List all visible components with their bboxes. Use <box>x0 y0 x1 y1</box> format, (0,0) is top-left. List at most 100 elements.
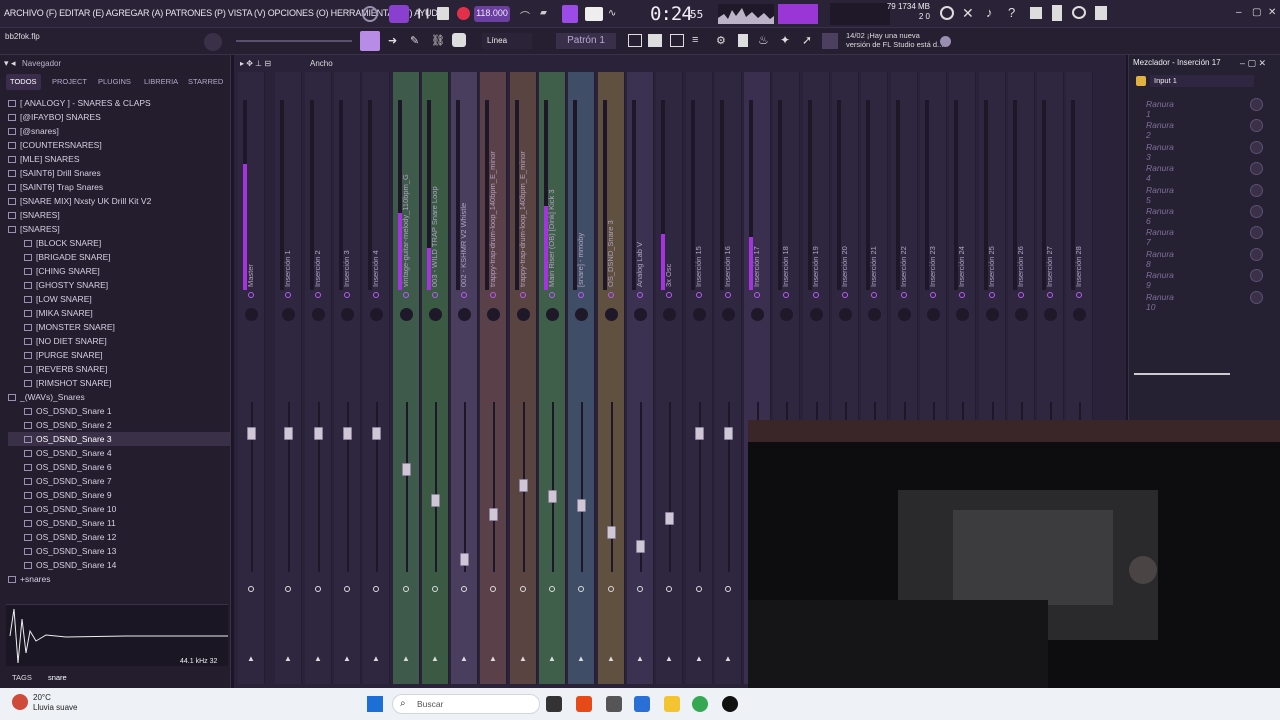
send-dot-icon[interactable] <box>930 292 936 298</box>
fx-enable-icon[interactable] <box>725 586 731 592</box>
mixer-strip[interactable]: OS_DSND_Snare 3 ▲ <box>598 72 625 684</box>
send-dot-icon[interactable] <box>1076 292 1082 298</box>
browser-item[interactable]: OS_DSND_Snare 13 <box>8 544 230 558</box>
volume-fader[interactable] <box>314 427 323 440</box>
browser-item[interactable]: [PURGE SNARE] <box>8 348 230 362</box>
plug-icon[interactable]: ♨ <box>758 33 769 47</box>
volume-fader[interactable] <box>460 553 469 566</box>
route-arrow-icon[interactable]: ▲ <box>548 654 556 663</box>
fl-studio-taskbar-icon[interactable] <box>722 696 738 712</box>
browser-item[interactable]: OS_DSND_Snare 6 <box>8 460 230 474</box>
fx-enable-icon[interactable] <box>248 586 254 592</box>
brave-icon[interactable] <box>576 696 592 712</box>
pan-knob[interactable] <box>810 308 823 321</box>
send-dot-icon[interactable] <box>461 292 467 298</box>
route-arrow-icon[interactable]: ▲ <box>577 654 585 663</box>
effect-slot[interactable]: Ranura 6 <box>1146 206 1174 226</box>
sampler-icon[interactable] <box>1052 5 1062 21</box>
pan-knob[interactable] <box>605 308 618 321</box>
mixer-strip[interactable]: Inserción 1 ▲ <box>275 72 302 684</box>
fx-enable-icon[interactable] <box>696 586 702 592</box>
volume-fader[interactable] <box>247 427 256 440</box>
send-dot-icon[interactable] <box>344 292 350 298</box>
slot-mix-knob[interactable] <box>1250 205 1263 218</box>
maximize-icon[interactable]: ▢ <box>1252 7 1261 18</box>
snap-selector[interactable]: Línea <box>482 33 532 49</box>
arrow-right-icon[interactable]: ➜ <box>388 34 397 47</box>
route-arrow-icon[interactable]: ▲ <box>343 654 351 663</box>
mixer-strip[interactable]: Analog Lab V ▲ <box>627 72 654 684</box>
volume-fader[interactable] <box>372 427 381 440</box>
pan-knob[interactable] <box>634 308 647 321</box>
tab-project[interactable]: PROJECT <box>52 74 87 90</box>
fx-enable-icon[interactable] <box>403 586 409 592</box>
cpu-knob-icon[interactable] <box>362 6 378 22</box>
countdown-button[interactable] <box>562 5 578 23</box>
browser-item[interactable]: OS_DSND_Snare 3 <box>8 432 230 446</box>
browser-item[interactable]: [MLE] SNARES <box>8 152 230 166</box>
route-arrow-icon[interactable]: ▲ <box>607 654 615 663</box>
volume-fader[interactable] <box>431 494 440 507</box>
chat-icon[interactable] <box>1072 6 1086 19</box>
tab-starred[interactable]: STARRED <box>188 74 223 90</box>
mixer-strip[interactable]: trappy-trap-drum-loop_140bpm_E_minor ▲ <box>480 72 507 684</box>
pencil-icon[interactable]: ✎ <box>410 34 419 47</box>
folder-icon[interactable] <box>664 696 680 712</box>
send-dot-icon[interactable] <box>549 292 555 298</box>
magnet-icon[interactable] <box>452 33 466 47</box>
browser-item[interactable]: [NO DIET SNARE] <box>8 334 230 348</box>
app-icon[interactable] <box>606 696 622 712</box>
browser-item[interactable]: [CHING SNARE] <box>8 264 230 278</box>
mixer-strip[interactable]: [snare] - mmoby ▲ <box>568 72 595 684</box>
pause-icon[interactable]: ❙❙ <box>415 8 432 20</box>
browser-item[interactable]: OS_DSND_Snare 11 <box>8 516 230 530</box>
browser-item[interactable]: _(WAVs)_Snares <box>8 390 230 404</box>
sliders-icon[interactable]: ≡ <box>692 34 698 46</box>
browser-item[interactable]: [BRIGADE SNARE] <box>8 250 230 264</box>
file-icon[interactable] <box>738 34 748 47</box>
send-dot-icon[interactable] <box>959 292 965 298</box>
mixer-strip-master[interactable]: Master ▲ <box>238 72 265 684</box>
fx-enable-icon[interactable] <box>578 586 584 592</box>
mixer-strip[interactable]: Main Riser (OB) [Dink] Kick 3 ▲ <box>539 72 566 684</box>
send-dot-icon[interactable] <box>725 292 731 298</box>
blend-notes-icon[interactable]: ∿ <box>608 8 624 20</box>
browser-item[interactable]: [REVERB SNARE] <box>8 362 230 376</box>
route-arrow-icon[interactable]: ▲ <box>402 654 410 663</box>
browser-item[interactable]: +snares <box>8 572 230 586</box>
pan-knob[interactable] <box>1044 308 1057 321</box>
master-pitch-slider[interactable] <box>236 40 352 42</box>
mixer-strip[interactable]: Inserción 4 ▲ <box>363 72 390 684</box>
volume-fader[interactable] <box>343 427 352 440</box>
volume-fader[interactable] <box>665 512 674 525</box>
fx-enable-icon[interactable] <box>315 586 321 592</box>
help-icon[interactable]: ? <box>1008 5 1020 21</box>
browser-item[interactable]: [SNARE MIX] Nxsty UK Drill Kit V2 <box>8 194 230 208</box>
browser-item[interactable]: [SAINT6] Drill Snares <box>8 166 230 180</box>
volume-fader[interactable] <box>548 490 557 503</box>
pan-knob[interactable] <box>429 308 442 321</box>
cursor-icon[interactable]: ➚ <box>802 33 812 47</box>
save-icon[interactable] <box>1030 7 1042 19</box>
effect-slot[interactable]: Ranura 7 <box>1146 227 1174 247</box>
fx-enable-icon[interactable] <box>344 586 350 592</box>
volume-fader[interactable] <box>695 427 704 440</box>
route-arrow-icon[interactable]: ▲ <box>460 654 468 663</box>
browser-menu-icon[interactable]: ▾ ◂ <box>4 58 16 69</box>
pan-knob[interactable] <box>780 308 793 321</box>
pan-knob[interactable] <box>722 308 735 321</box>
browser-item[interactable]: [BLOCK SNARE] <box>8 236 230 250</box>
minimize-icon[interactable]: – <box>1236 7 1242 18</box>
pan-knob[interactable] <box>341 308 354 321</box>
tab-todos[interactable]: TODOS <box>6 74 41 90</box>
weather-icon[interactable] <box>12 694 28 710</box>
send-dot-icon[interactable] <box>666 292 672 298</box>
send-dot-icon[interactable] <box>783 292 789 298</box>
send-dot-icon[interactable] <box>754 292 760 298</box>
effect-slot[interactable]: Ranura 8 <box>1146 249 1174 269</box>
slot-mix-knob[interactable] <box>1250 247 1263 261</box>
send-dot-icon[interactable] <box>696 292 702 298</box>
route-arrow-icon[interactable]: ▲ <box>695 654 703 663</box>
volume-fader[interactable] <box>402 463 411 476</box>
route-arrow-icon[interactable]: ▲ <box>314 654 322 663</box>
